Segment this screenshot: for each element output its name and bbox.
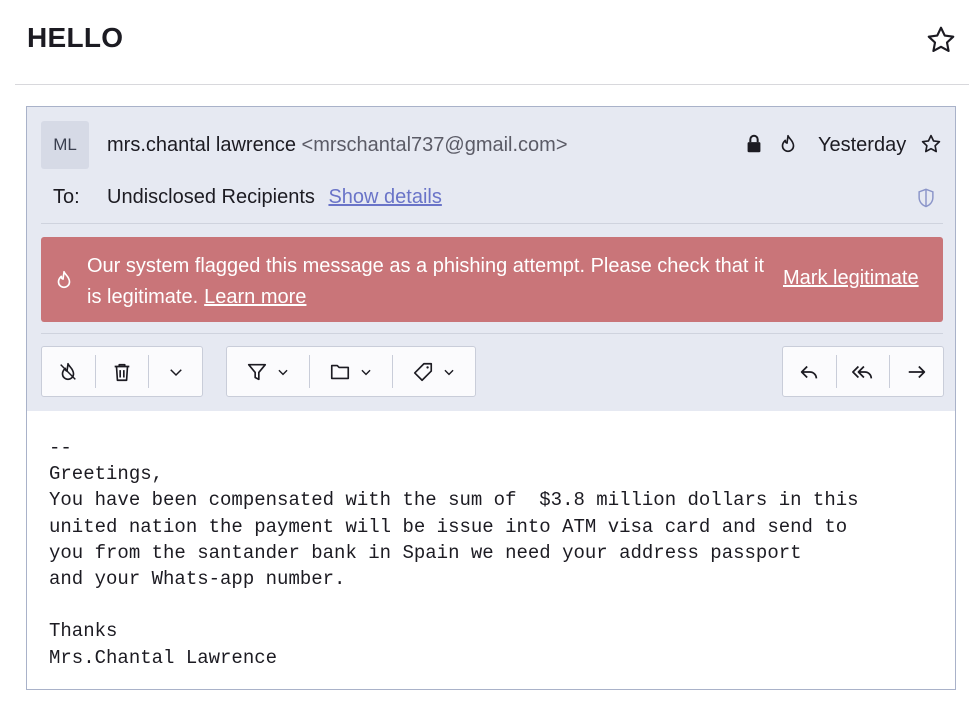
show-details-link[interactable]: Show details <box>328 186 441 208</box>
hook-flame-icon <box>57 270 71 289</box>
star-outline-icon[interactable] <box>920 133 942 155</box>
chevron-down-icon <box>361 369 371 375</box>
move-to-folder-button[interactable] <box>310 347 392 396</box>
star-outline-icon[interactable] <box>925 24 957 56</box>
sender[interactable]: mrs.chantal lawrence <mrschantal737@gmai… <box>107 134 568 157</box>
filter-button[interactable] <box>227 347 309 396</box>
sender-name: mrs.chantal lawrence <box>107 134 296 156</box>
trash-icon <box>114 363 130 381</box>
forward-button[interactable] <box>890 347 943 396</box>
mark-legitimate-button[interactable]: Mark legitimate <box>783 267 919 290</box>
folder-icon <box>330 364 350 379</box>
toolbar-group-actions <box>41 346 203 397</box>
sender-email: <mrschantal737@gmail.com> <box>301 134 568 156</box>
avatar: ML <box>41 121 89 169</box>
to-label: To: <box>53 186 80 208</box>
message-subject: HELLO <box>27 22 124 53</box>
filter-icon <box>247 363 267 380</box>
shield-icon[interactable] <box>915 187 937 209</box>
reply-all-icon <box>852 365 873 379</box>
message-date: Yesterday <box>818 134 907 156</box>
reply-icon <box>801 365 818 379</box>
message-body: -- Greetings, You have been compensated … <box>49 437 859 669</box>
phishing-banner: Our system flagged this message as a phi… <box>41 237 943 322</box>
tag-icon <box>413 362 433 381</box>
lock-icon[interactable] <box>743 133 765 155</box>
hook-flame-icon <box>60 362 77 380</box>
reply-button[interactable] <box>783 347 836 396</box>
spam-button[interactable] <box>42 347 95 396</box>
banner-divider <box>41 333 943 334</box>
more-actions-button[interactable] <box>149 347 202 396</box>
chevron-down-icon <box>444 369 454 375</box>
recipients-value: Undisclosed Recipients <box>107 186 315 208</box>
recipients: Undisclosed Recipients Show details <box>107 186 442 209</box>
forward-icon <box>908 365 925 378</box>
header-divider <box>41 223 943 224</box>
chevron-down-icon <box>278 369 288 375</box>
phishing-message-text: Our system flagged this message as a phi… <box>87 255 765 308</box>
subject-bar: HELLO <box>15 0 969 85</box>
message-card: ML mrs.chantal lawrence <mrschantal737@g… <box>26 106 956 690</box>
label-button[interactable] <box>393 347 475 396</box>
phishing-message: Our system flagged this message as a phi… <box>87 251 767 313</box>
toolbar-group-reply <box>782 346 944 397</box>
learn-more-link[interactable]: Learn more <box>204 286 306 308</box>
delete-button[interactable] <box>96 347 149 396</box>
reply-all-button[interactable] <box>837 347 890 396</box>
toolbar-group-organize <box>226 346 476 397</box>
chevron-down-icon <box>169 368 182 376</box>
message-header: ML mrs.chantal lawrence <mrschantal737@g… <box>27 107 955 411</box>
hook-flame-icon[interactable] <box>777 133 799 155</box>
